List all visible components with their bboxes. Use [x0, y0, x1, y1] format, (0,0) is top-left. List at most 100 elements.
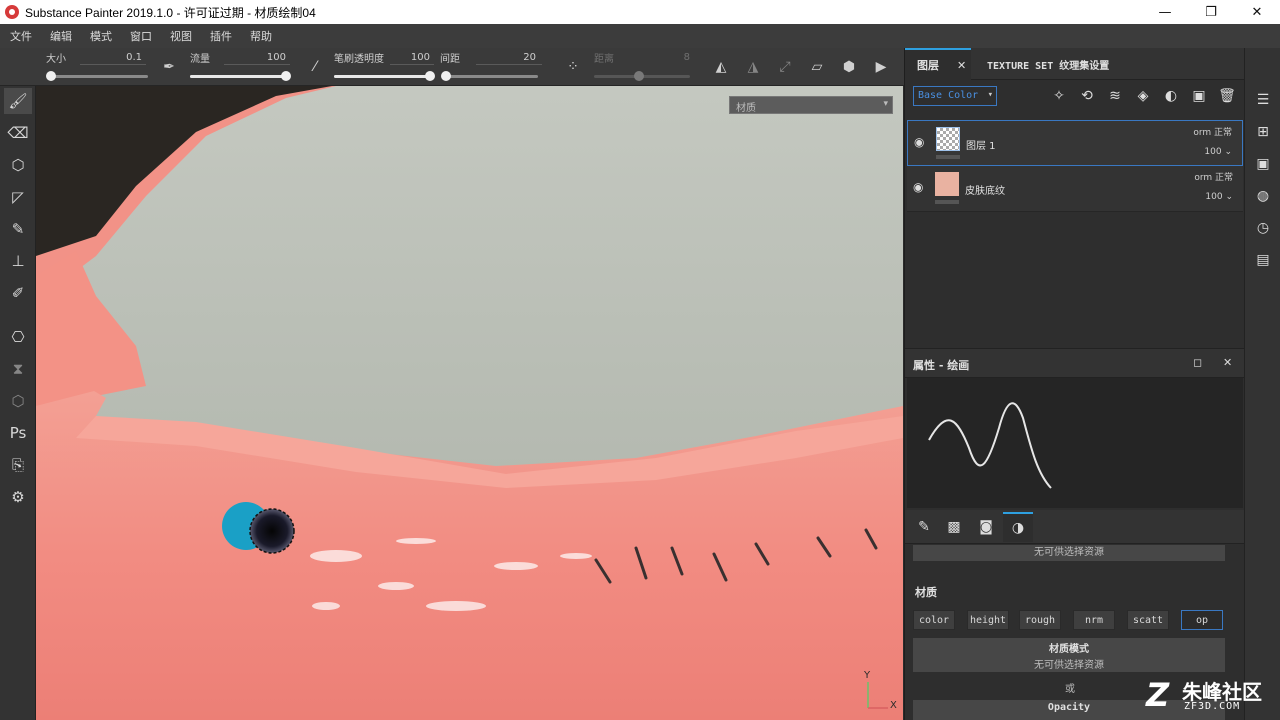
add-fill-layer-icon[interactable]: ◈: [1132, 86, 1154, 106]
add-generator-icon[interactable]: ◐: [1160, 86, 1182, 106]
smudge-tool-icon[interactable]: ✎: [4, 216, 32, 242]
transform-icon[interactable]: ⤢: [774, 56, 796, 78]
eye-icon[interactable]: ◉: [913, 180, 929, 194]
color-picker-tool-icon[interactable]: ✐: [4, 280, 32, 306]
add-mask-icon[interactable]: ⟲: [1076, 86, 1098, 106]
flow-control[interactable]: 流量 100: [184, 48, 294, 86]
brush-tab-icon[interactable]: ✎: [909, 512, 939, 542]
lazy-mouse-icon[interactable]: ⁘: [562, 56, 584, 78]
tab-layers-label: 图层: [917, 59, 939, 72]
projection-tool-icon[interactable]: ⬡: [4, 152, 32, 178]
layer-row[interactable]: ◉ 皮肤底纹 orm 正常 100 ⌄: [907, 166, 1243, 212]
menu-edit[interactable]: 编辑: [50, 28, 72, 44]
float-panel-icon[interactable]: ◻: [1193, 356, 1202, 369]
projection-mode-icon[interactable]: ▱: [806, 56, 828, 78]
tab-layers[interactable]: 图层 ✕: [905, 48, 971, 80]
delete-layer-icon[interactable]: 🗑: [1216, 86, 1238, 106]
stroke-opacity-slider-knob[interactable]: [425, 71, 435, 81]
spacing-slider-knob[interactable]: [440, 71, 451, 81]
symmetry-icon[interactable]: ◭: [710, 56, 732, 78]
distance-value[interactable]: 8: [648, 52, 690, 63]
channel-height-button[interactable]: height: [967, 610, 1009, 630]
stroke-opacity-slider[interactable]: [334, 71, 435, 81]
layer-row[interactable]: ◉ 图层 1 orm 正常 100 ⌄: [907, 120, 1243, 166]
layer-opacity[interactable]: 100 ⌄: [1205, 192, 1233, 202]
distance-control[interactable]: 距离 8: [588, 48, 698, 86]
tab-texture-set[interactable]: TEXTURE SET 纹理集设置: [987, 48, 1109, 80]
alpha-tab-icon[interactable]: ▩: [939, 512, 969, 542]
channel-select[interactable]: Base Color ▾: [913, 86, 997, 106]
paint-brush-tool-icon[interactable]: 🖌: [4, 88, 32, 114]
log-icon[interactable]: ▤: [1253, 250, 1273, 270]
bake-icon[interactable]: ⎔: [4, 324, 32, 350]
layer-opacity-value: 100: [1205, 192, 1223, 202]
menu-mode[interactable]: 模式: [90, 28, 112, 44]
channel-rough-button[interactable]: rough: [1019, 610, 1061, 630]
photoshop-export-icon[interactable]: Ps: [4, 420, 32, 446]
viewport-material-select[interactable]: 材质 ▾: [729, 96, 893, 114]
menu-help[interactable]: 帮助: [250, 28, 272, 44]
material-tab-icon[interactable]: ◑: [1003, 512, 1033, 542]
layer-opacity[interactable]: 100 ⌄: [1204, 147, 1232, 157]
size-control[interactable]: 大小 0.1: [40, 48, 150, 86]
texture-set-list-icon[interactable]: ⊞: [1253, 122, 1273, 142]
maximize-button[interactable]: ❐: [1188, 0, 1234, 24]
material-mode-slot[interactable]: 材质模式 无可供选择资源: [913, 638, 1225, 672]
size-slider-knob[interactable]: [46, 71, 56, 81]
3d-viewport[interactable]: Y X 材质 ▾: [36, 86, 903, 720]
flow-value[interactable]: 100: [244, 52, 286, 63]
iray-icon[interactable]: ⬡: [4, 388, 32, 414]
stroke-opacity-icon[interactable]: ⁄: [304, 56, 326, 78]
stroke-opacity-value[interactable]: 100: [388, 52, 430, 63]
symmetry-settings-icon[interactable]: ◮: [742, 56, 764, 78]
viewport-render[interactable]: Y X: [36, 86, 903, 720]
size-value[interactable]: 0.1: [100, 52, 142, 63]
flow-pen-icon[interactable]: ✒: [158, 56, 180, 78]
flow-slider-knob[interactable]: [281, 71, 291, 81]
render-icon[interactable]: ⎘: [4, 452, 32, 478]
add-effect-icon[interactable]: ✧: [1048, 86, 1070, 106]
menu-view[interactable]: 视图: [170, 28, 192, 44]
layers-dock-icon[interactable]: ☰: [1253, 90, 1273, 110]
eye-icon[interactable]: ◉: [914, 135, 930, 149]
spacing-slider[interactable]: [440, 71, 538, 81]
display-cube-icon[interactable]: ⬢: [838, 56, 860, 78]
title-bar: Substance Painter 2019.1.0 - 许可证过期 - 材质绘…: [0, 0, 1280, 24]
menu-plugins[interactable]: 插件: [210, 28, 232, 44]
spacing-control[interactable]: 间距 20: [436, 48, 546, 86]
camera-icon[interactable]: ▶: [870, 56, 892, 78]
menu-window[interactable]: 窗口: [130, 28, 152, 44]
history-icon[interactable]: ◷: [1253, 218, 1273, 238]
polygon-fill-tool-icon[interactable]: ◸: [4, 184, 32, 210]
timer-icon[interactable]: ⧗: [4, 356, 32, 382]
close-panel-icon[interactable]: ✕: [1223, 356, 1232, 369]
clone-stamp-tool-icon[interactable]: ⊥: [4, 248, 32, 274]
channel-color-button[interactable]: color: [913, 610, 955, 630]
channel-scatt-button[interactable]: scatt: [1127, 610, 1169, 630]
settings-icon[interactable]: ⚙: [4, 484, 32, 510]
shader-settings-icon[interactable]: ◍: [1253, 186, 1273, 206]
distance-slider[interactable]: [594, 71, 690, 81]
brush-stroke-preview: [907, 378, 1243, 508]
layer-blend-mode[interactable]: orm 正常: [1193, 125, 1232, 138]
add-layer-icon[interactable]: ≋: [1104, 86, 1126, 106]
display-settings-icon[interactable]: ▣: [1253, 154, 1273, 174]
distance-slider-knob[interactable]: [634, 71, 644, 81]
tab-close-icon[interactable]: ✕: [957, 59, 966, 72]
layer-blend-mode[interactable]: orm 正常: [1194, 170, 1233, 183]
layer-mask-bar: [935, 200, 959, 204]
spacing-value[interactable]: 20: [494, 52, 536, 63]
stencil-tab-icon[interactable]: ◙: [971, 512, 1001, 542]
channel-op-button[interactable]: op: [1181, 610, 1223, 630]
eraser-tool-icon[interactable]: ⌫: [4, 120, 32, 146]
add-folder-icon[interactable]: ▣: [1188, 86, 1210, 106]
size-slider[interactable]: [46, 71, 148, 81]
stroke-opacity-control[interactable]: 笔刷透明度 100: [328, 48, 438, 86]
channel-nrm-button[interactable]: nrm: [1073, 610, 1115, 630]
minimize-button[interactable]: —: [1142, 0, 1188, 24]
flow-slider[interactable]: [190, 71, 291, 81]
resource-empty-slot[interactable]: 无可供选择资源: [913, 545, 1225, 561]
menu-file[interactable]: 文件: [10, 28, 32, 44]
panel-tabs: 图层 ✕ TEXTURE SET 纹理集设置: [905, 48, 1245, 80]
close-window-button[interactable]: ✕: [1234, 0, 1280, 24]
